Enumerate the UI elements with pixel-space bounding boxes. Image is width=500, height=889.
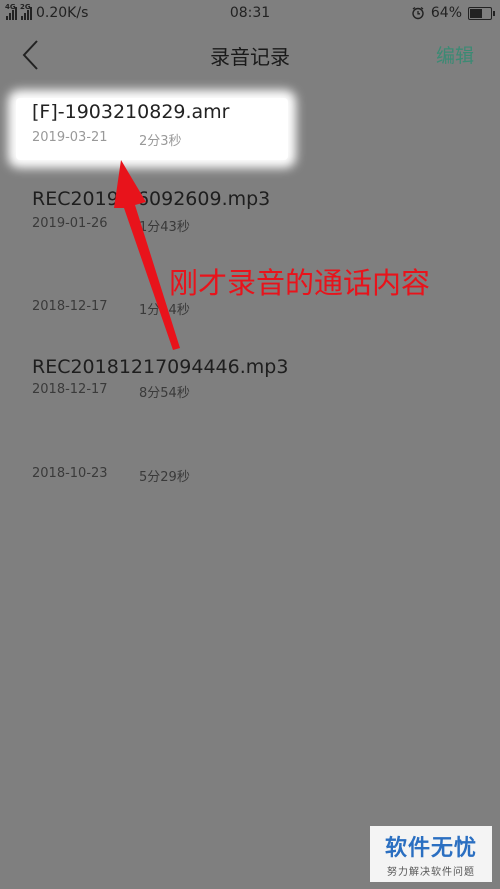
recording-date: 2018-12-17: [32, 299, 108, 314]
recording-duration: 5分29秒: [139, 470, 190, 485]
edit-button[interactable]: 编辑: [436, 41, 474, 68]
recording-date: 2018-12-17: [32, 382, 108, 397]
recording-date: 2019-01-26: [32, 216, 108, 231]
watermark-title: 软件无忧: [384, 836, 477, 861]
recording-date: 2018-10-23: [32, 466, 108, 481]
list-item[interactable]: 2018-10-23 5分29秒: [0, 437, 500, 519]
list-item[interactable]: REC20181217094446.mp3 2018-12-17 8分54秒: [0, 356, 500, 438]
recording-name: REC2019 26092609.mp3: [32, 188, 271, 210]
recording-name: [F]-1903210829.amr: [32, 101, 230, 123]
list-item[interactable]: REC2019 26092609.mp3 2019-01-26 1分43秒: [0, 188, 500, 270]
battery-text: 64%: [430, 5, 462, 21]
recording-duration: 8分54秒: [139, 386, 190, 401]
watermark-subtitle: 努力解决软件问题: [387, 867, 475, 878]
page-title: 录音记录: [210, 45, 290, 69]
status-right: 64%: [411, 5, 495, 21]
battery-icon: [468, 6, 495, 20]
recording-date: 2019-03-21: [32, 130, 108, 145]
watermark-logo: 软件无忧 努力解决软件问题: [370, 826, 492, 882]
nav-bar: 录音记录 编辑: [0, 28, 500, 80]
recording-name: REC20181217094446.mp3: [32, 356, 289, 378]
recording-duration: 1分43秒: [139, 220, 190, 235]
recording-duration: 2分3秒: [139, 134, 182, 149]
annotation-text: 刚才录音的通话内容: [169, 266, 431, 300]
status-bar: 4G 2G 0.20K/s 08:31 64%: [0, 0, 500, 28]
list-item-highlighted[interactable]: [F]-1903210829.amr 2019-03-21 2分3秒: [16, 98, 288, 160]
alarm-clock-icon: [412, 6, 424, 20]
